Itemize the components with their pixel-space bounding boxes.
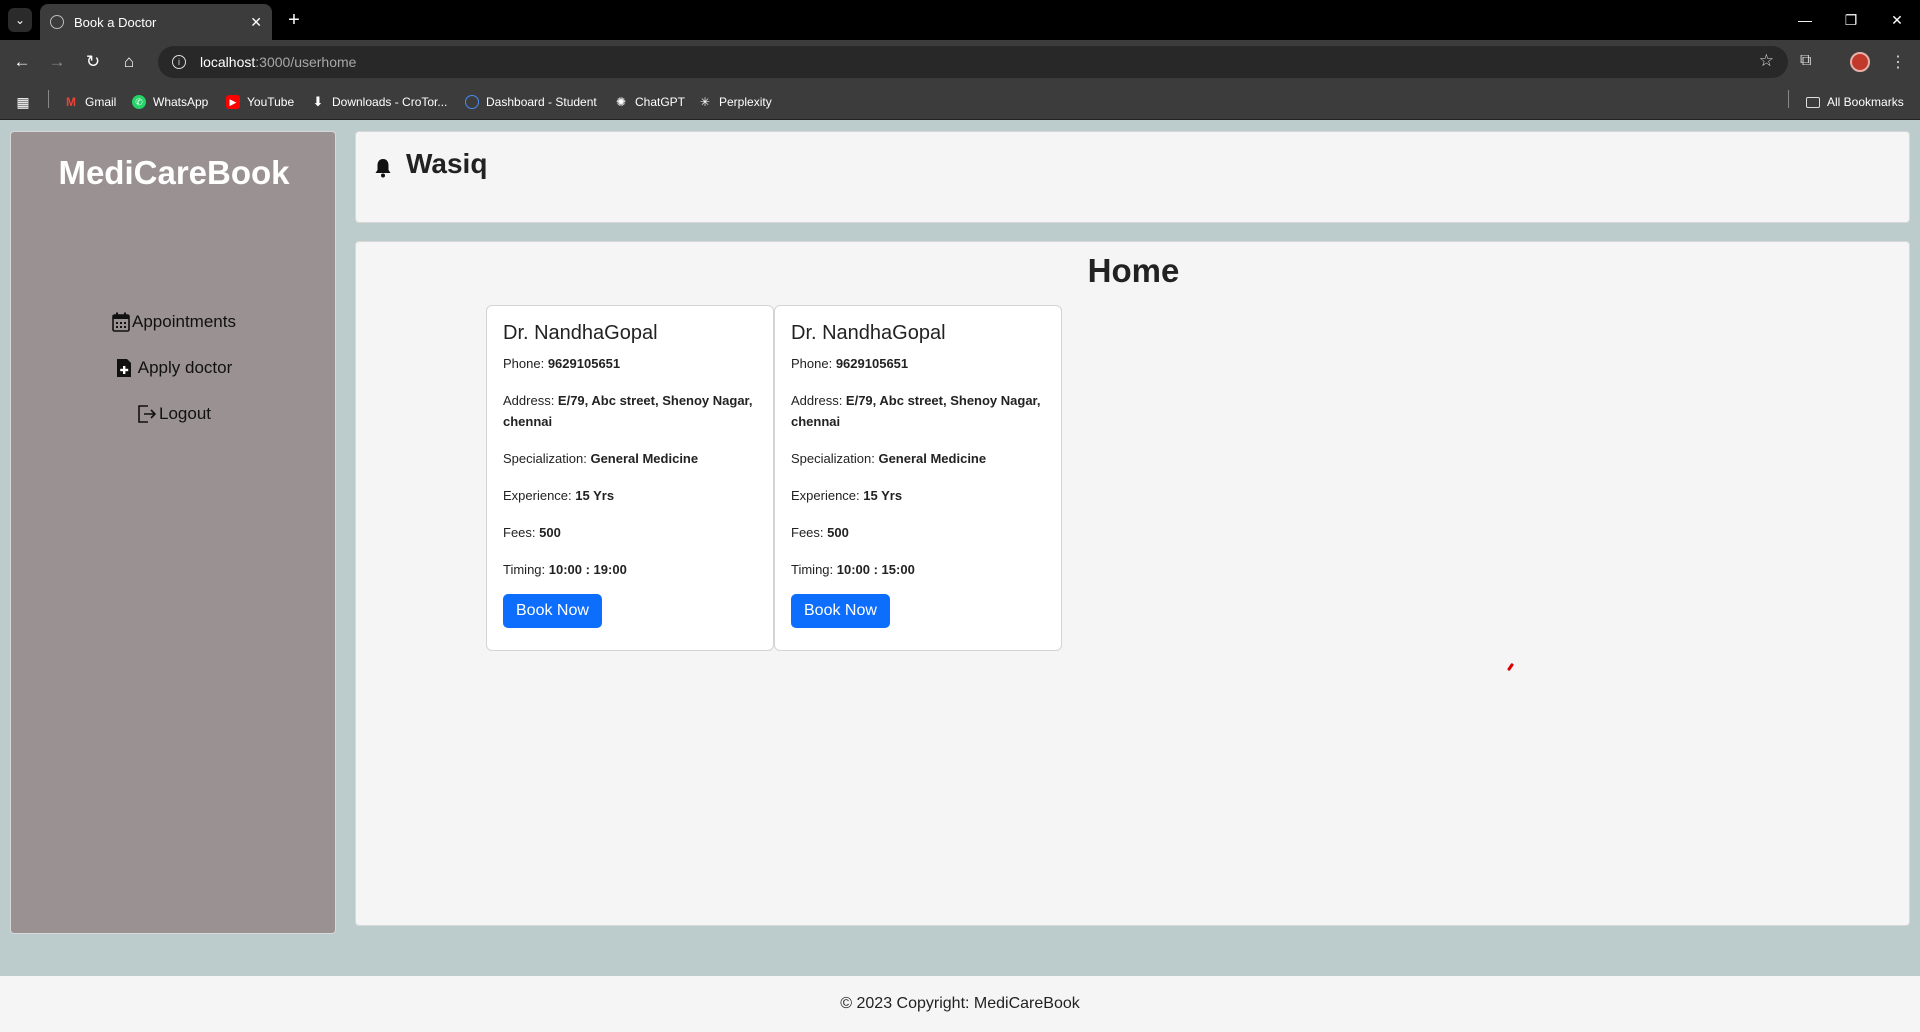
doctor-card: Dr. NandhaGopal Phone: 9629105651 Addres… <box>774 305 1062 651</box>
sidebar-item-appointments[interactable]: Appointments <box>11 312 337 332</box>
doctor-experience: Experience: 15 Yrs <box>503 488 615 503</box>
bookmark-youtube[interactable]: ▶ YouTube <box>226 93 294 111</box>
sidebar: MediCareBook Appointments Apply doctor L… <box>10 131 336 934</box>
doctor-phone: Phone: 9629105651 <box>791 356 909 371</box>
sidebar-item-label: Logout <box>159 404 211 423</box>
brand-title: MediCareBook <box>58 154 290 191</box>
gmail-icon: M <box>66 95 76 109</box>
doctor-specialization: Specialization: General Medicine <box>503 451 699 466</box>
doctor-card: Dr. NandhaGopal Phone: 9629105651 Addres… <box>486 305 774 651</box>
youtube-icon: ▶ <box>226 95 240 109</box>
bookmark-downloads[interactable]: ⬇ Downloads - CroTor... <box>311 93 448 111</box>
bookmark-dashboard[interactable]: Dashboard - Student <box>465 93 597 111</box>
whatsapp-icon: ✆ <box>132 95 146 109</box>
doctor-experience: Experience: 15 Yrs <box>791 488 903 503</box>
all-bookmarks[interactable]: All Bookmarks <box>1806 93 1904 111</box>
bookmark-separator <box>48 90 49 108</box>
book-now-button[interactable]: Book Now <box>791 594 890 628</box>
doctor-timing: Timing: 10:00 : 19:00 <box>503 562 627 577</box>
medical-doc-icon <box>116 359 131 377</box>
globe-icon <box>50 15 64 29</box>
new-tab-button[interactable]: + <box>282 8 306 32</box>
doctor-phone: Phone: 9629105651 <box>503 356 621 371</box>
doctor-address: Address: E/79, Abc street, Shenoy Nagar,… <box>791 393 1041 429</box>
restore-button[interactable]: ❐ <box>1828 0 1874 40</box>
doctor-specialization: Specialization: General Medicine <box>791 451 987 466</box>
logout-icon <box>138 405 157 423</box>
site-info-icon[interactable]: i <box>172 55 186 69</box>
close-window-button[interactable]: ✕ <box>1874 0 1920 40</box>
bookmark-chatgpt[interactable]: ✺ ChatGPT <box>614 93 685 111</box>
back-button[interactable]: ← <box>8 48 36 76</box>
doctor-name: Dr. NandhaGopal <box>791 322 946 344</box>
doctor-address: Address: E/79, Abc street, Shenoy Nagar,… <box>503 393 753 429</box>
bookmark-separator <box>1788 90 1789 108</box>
bookmark-star-icon[interactable]: ☆ <box>1759 51 1774 71</box>
close-tab-icon[interactable]: ✕ <box>250 14 262 31</box>
bell-icon[interactable] <box>374 158 392 178</box>
url-path: :3000/userhome <box>255 54 357 70</box>
download-icon: ⬇ <box>312 94 324 109</box>
doctor-fees: Fees: 500 <box>503 525 561 540</box>
app-page: MediCareBook Appointments Apply doctor L… <box>0 120 1920 1032</box>
bookmark-gmail[interactable]: M Gmail <box>64 93 116 111</box>
doctor-timing: Timing: 10:00 : 15:00 <box>791 562 915 577</box>
forward-button[interactable]: → <box>43 48 71 76</box>
url-host: localhost <box>200 54 256 70</box>
doctor-name: Dr. NandhaGopal <box>503 322 658 344</box>
dashboard-icon <box>465 95 479 109</box>
bookmarks-bar: ▦ M Gmail ✆ WhatsApp ▶ YouTube ⬇ Downloads -… <box>0 84 1920 120</box>
chatgpt-icon: ✺ <box>615 95 627 109</box>
copyright-text: © 2023 Copyright: MediCareBook <box>840 995 1080 1012</box>
perplexity-icon: ✳ <box>699 95 711 109</box>
footer: © 2023 Copyright: MediCareBook <box>0 976 1920 1032</box>
book-now-button[interactable]: Book Now <box>503 594 602 628</box>
calendar-icon <box>112 312 130 332</box>
sidebar-item-label: Appointments <box>132 312 236 331</box>
top-header: Wasiq <box>355 131 1910 223</box>
menu-kebab-icon[interactable]: ⋮ <box>1890 52 1906 72</box>
bookmark-perplexity[interactable]: ✳ Perplexity <box>698 93 772 111</box>
browser-tab-bar: ⌄ Book a Doctor ✕ + — ❐ ✕ <box>0 0 1920 40</box>
mouse-cursor <box>1506 662 1515 672</box>
profile-avatar[interactable] <box>1850 52 1870 72</box>
page-title: Home <box>1087 252 1180 289</box>
sidebar-item-logout[interactable]: Logout <box>11 404 337 424</box>
home-button[interactable]: ⌂ <box>115 48 143 76</box>
minimize-button[interactable]: — <box>1782 0 1828 40</box>
browser-tab[interactable]: Book a Doctor ✕ <box>40 4 272 40</box>
sidebar-item-apply-doctor[interactable]: Apply doctor <box>11 358 337 378</box>
tab-search-button[interactable]: ⌄ <box>8 8 32 32</box>
user-name: Wasiq <box>406 148 488 179</box>
reload-button[interactable]: ↻ <box>79 48 107 76</box>
folder-icon <box>1806 96 1820 108</box>
tab-title: Book a Doctor <box>74 14 157 30</box>
main-content: Home Dr. NandhaGopal Phone: 9629105651 A… <box>355 241 1910 926</box>
apps-grid-icon[interactable]: ▦ <box>16 93 37 111</box>
doctor-fees: Fees: 500 <box>791 525 849 540</box>
extensions-icon[interactable]: ⧉ <box>1800 52 1811 70</box>
bookmark-whatsapp[interactable]: ✆ WhatsApp <box>132 93 208 111</box>
sidebar-item-label: Apply doctor <box>137 358 233 377</box>
browser-toolbar: ← → ↻ ⌂ i localhost:3000/userhome ☆ ⧉ ⋮ <box>0 40 1920 84</box>
address-bar[interactable]: i localhost:3000/userhome ☆ <box>158 46 1788 78</box>
